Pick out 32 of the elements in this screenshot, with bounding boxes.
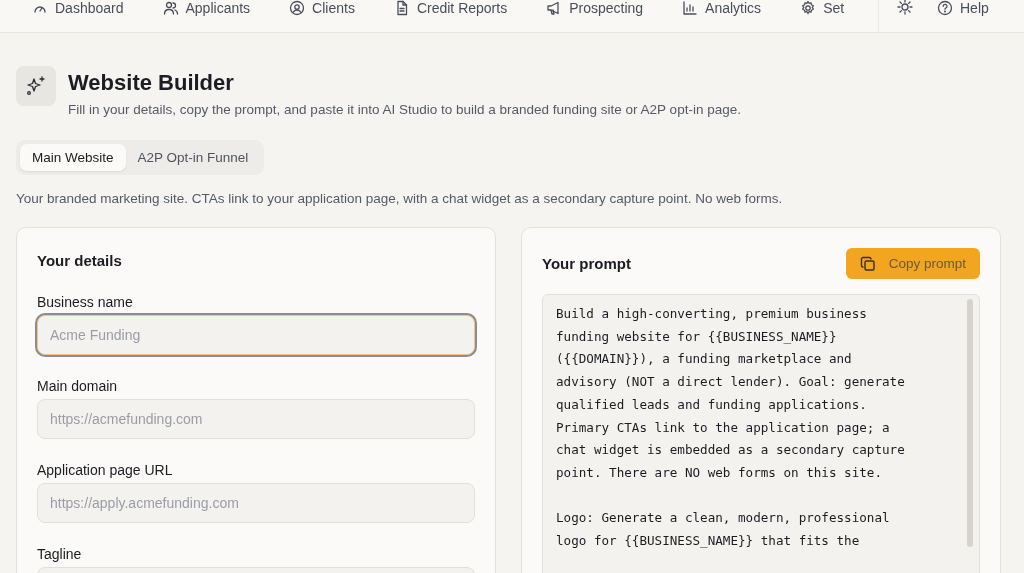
field-label: Business name bbox=[37, 294, 134, 310]
nav-item[interactable]: Prospecting bbox=[546, 0, 644, 17]
tab[interactable]: Main Website bbox=[20, 144, 126, 171]
scrollbar[interactable] bbox=[967, 299, 973, 547]
input-field[interactable]: https://acmefunding.com bbox=[37, 399, 475, 439]
nav-item[interactable]: Set bbox=[800, 0, 845, 17]
field-label: Main domain bbox=[37, 378, 119, 394]
prompt-textarea[interactable]: Build a high-converting, premium business funding website for {{BUSINESS_NAME}} ({{DOMAIN}}), a funding marketplace and advisory (NOT a direct lender). Goal: generate qualified leads and funding applications. Primary CTAs link to the application page; a chat widget is embedded as a secondary capture point. There are NO web forms on this site. Logo: Generate a clean, modern, professional logo for {{BUSINESS_NAME}} that fits the bbox=[542, 294, 980, 573]
settings-icon bbox=[800, 0, 817, 16]
sparkles-icon bbox=[16, 66, 56, 106]
page-subtitle: Fill in your details, copy the prompt, and paste it into AI Studio to build a branded funding site or A2P opt-in page. bbox=[68, 102, 741, 117]
tab-description: Your branded marketing site. CTAs link to your application page, with a chat widget as a secondary capture point. No web forms. bbox=[16, 191, 784, 206]
tab[interactable]: A2P Opt-in Funnel bbox=[125, 144, 261, 171]
nav-item[interactable]: Credit Reports bbox=[393, 0, 508, 17]
input-field[interactable]: Acme Funding bbox=[37, 315, 475, 355]
nav-item[interactable]: Analytics bbox=[682, 0, 762, 17]
card-title: Your prompt bbox=[542, 255, 631, 272]
card-title: Your details bbox=[37, 252, 123, 269]
bar-chart-icon bbox=[682, 0, 699, 16]
nav-item[interactable]: Dashboard bbox=[32, 0, 124, 17]
help-icon bbox=[937, 0, 953, 16]
sun-icon[interactable] bbox=[897, 0, 913, 15]
input-field[interactable]: https://apply.acmefunding.com bbox=[37, 483, 475, 523]
help-link[interactable]: Help bbox=[937, 0, 989, 17]
user-icon bbox=[289, 0, 306, 16]
field-label: Tagline bbox=[37, 546, 83, 562]
field-label: Application page URL bbox=[37, 462, 174, 478]
page-title: Website Builder bbox=[68, 69, 235, 97]
nav-item[interactable]: Clients bbox=[289, 0, 355, 17]
users-icon bbox=[162, 0, 179, 16]
copy-icon bbox=[859, 255, 876, 272]
nav-item[interactable]: Applicants bbox=[162, 0, 251, 17]
